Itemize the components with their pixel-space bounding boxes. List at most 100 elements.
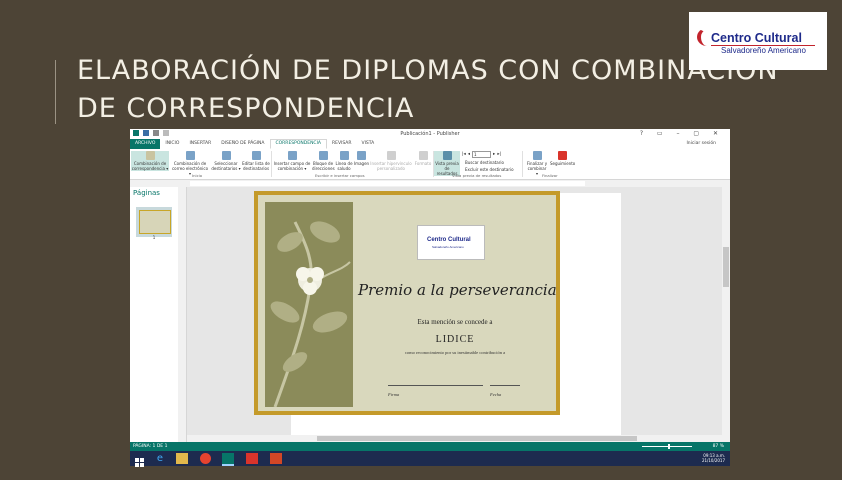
find-recipient-link[interactable]: Buscar destinatario [465,160,504,165]
page-thumbnail[interactable]: 1 [136,207,172,240]
select-recipients-button[interactable]: Seleccionar destinatarios ▾ [211,151,241,171]
edit-list-icon [251,151,261,160]
recipients-icon [221,151,231,160]
ribbon-separator [271,151,272,177]
picture-icon [356,151,366,160]
tracking-label: Seguimiento [550,161,576,166]
slide-divider [55,60,56,124]
record-number-field[interactable]: 1 [472,151,492,158]
tab-correspondencia[interactable]: CORRESPONDENCIA [269,139,327,149]
insert-hyperlink-label: Insertar hipervínculo personalizado [370,161,412,171]
prev-record-icon[interactable]: ◂ [468,152,470,157]
zoom-slider[interactable] [642,446,692,447]
horizontal-scroll-thumb[interactable] [317,436,637,441]
powerpoint-taskbar-icon[interactable] [270,453,282,464]
app-taskbar-icon[interactable] [246,453,258,464]
horizontal-scrollbar[interactable] [187,435,722,442]
mail-merge-button[interactable]: Combinación de correspondencia ▾ [131,151,169,171]
logo-subtitle: Salvadoreño Americano [721,46,806,55]
publisher-taskbar-icon[interactable] [222,453,234,466]
email-merge-icon [185,151,195,160]
exclude-recipient-link[interactable]: Excluir este destinatario [465,167,514,172]
award-title: Premio a la perseverancia [358,281,557,299]
finish-merge-icon [532,151,542,160]
flag-icon [557,151,567,160]
date-line [490,385,520,386]
signature-label: Firma [388,392,400,397]
windows-icon [135,458,144,467]
tab-inicio[interactable]: INICIO [160,139,184,149]
zoom-level[interactable]: 87 % [713,444,724,449]
logo-title: Centro Cultural [711,31,802,45]
window-controls[interactable]: ? ▭ – ▢ ✕ [640,130,724,137]
vertical-ruler [178,187,187,442]
last-record-icon[interactable]: ▸| [497,152,501,157]
hyperlink-icon [386,151,396,160]
taskbar: e 09:13 a.m. 21/10/2017 [130,451,730,467]
zoom-slider-knob[interactable] [668,444,670,449]
date-label: Fecha [490,392,502,397]
address-block-button[interactable]: Bloque de direcciones [312,151,335,171]
tab-archivo[interactable]: ARCHIVO [130,139,161,149]
page-indicator: PÁGINA: 1 DE 1 [133,444,168,449]
chrome-icon[interactable] [200,453,211,464]
insert-hyperlink-button[interactable]: Insertar hipervínculo personalizado [369,151,413,171]
edit-recipients-label: Editar lista de destinatarios [242,161,270,171]
preview-icon [442,151,452,160]
diploma-body: Centro Cultural Salvadoreño Americano Pr… [258,195,557,411]
slide-title-line2: DE CORRESPONDENCIA [77,93,415,124]
format-button[interactable]: Formato [414,151,432,166]
publisher-window: Publicación1 - Publisher ? ▭ – ▢ ✕ ARCHI… [130,129,730,467]
edit-recipients-button[interactable]: Editar lista de destinatarios [242,151,270,171]
diploma-logo: Centro Cultural Salvadoreño Americano [417,225,485,260]
internet-explorer-icon[interactable]: e [154,453,166,464]
greeting-line-button[interactable]: Línea de saludo [335,151,353,171]
address-block-label: Bloque de direcciones [312,161,335,171]
diploma[interactable]: Centro Cultural Salvadoreño Americano Pr… [254,191,560,415]
merge-field-icon [287,151,297,160]
select-recipients-label: Seleccionar destinatarios ▾ [211,161,241,171]
ribbon-separator [522,151,523,177]
file-explorer-icon[interactable] [176,453,188,464]
vertical-scroll-thumb[interactable] [723,247,729,287]
mail-merge-label: Combinación de correspondencia ▾ [131,161,169,171]
floral-panel [265,202,353,407]
group-label-finalizar: Finalizar [542,173,558,178]
diploma-logo-title: Centro Cultural [427,237,471,243]
format-label: Formato [414,161,432,166]
mention-text: Esta mención se concede a [417,318,493,326]
address-block-icon [318,151,328,160]
thumbnail-preview [139,210,171,234]
tab-insertar[interactable]: INSERTAR [184,139,216,149]
next-record-icon[interactable]: ▸ [493,152,495,157]
diploma-logo-subtitle: Salvadoreño Americano [432,245,464,249]
slide-logo: Centro Cultural Salvadoreño Americano [689,12,827,70]
status-bar: PÁGINA: 1 DE 1 87 % [130,442,730,451]
tracking-button[interactable]: Seguimiento [550,151,576,166]
mail-merge-icon [145,151,155,160]
clock-date: 21/10/2017 [701,458,725,463]
tab-diseno-de-pagina[interactable]: DISEÑO DE PÁGINA [216,139,269,149]
pages-panel: Páginas 1 [130,187,179,442]
email-merge-label: Combinación de correo electrónico ▾ [171,161,209,176]
picture-button[interactable]: Imagen [354,151,369,166]
tab-vista[interactable]: VISTA [357,139,380,149]
insert-merge-field-button[interactable]: Insertar campo de combinación ▾ [273,151,311,171]
email-merge-button[interactable]: Combinación de correo electrónico ▾ [171,151,209,176]
title-bar: Publicación1 - Publisher ? ▭ – ▢ ✕ [130,129,730,139]
insert-merge-field-label: Insertar campo de combinación ▾ [273,161,311,171]
recipient-name: LIDICE [435,334,475,345]
signin-link[interactable]: Iniciar sesión [686,141,716,146]
slide-title-line1: ELABORACIÓN DE DIPLOMAS CON COMBINACIÓN [77,55,779,86]
record-navigator: |◂ ◂ 1 ▸ ▸| [462,151,501,158]
slide-title: ELABORACIÓN DE DIPLOMAS CON COMBINACIÓN … [77,52,779,128]
thumbnail-number: 1 [152,235,156,240]
format-icon [418,151,428,160]
start-button[interactable] [134,453,146,467]
vertical-scrollbar[interactable] [722,187,730,442]
reason-text: como reconocimiento por su inestimable c… [404,350,506,355]
tab-revisar[interactable]: REVISAR [327,139,357,149]
first-record-icon[interactable]: |◂ [462,152,466,157]
group-label-escribir: Escribir e insertar campos [315,173,365,178]
system-clock[interactable]: 09:13 a.m. 21/10/2017 [702,453,725,463]
